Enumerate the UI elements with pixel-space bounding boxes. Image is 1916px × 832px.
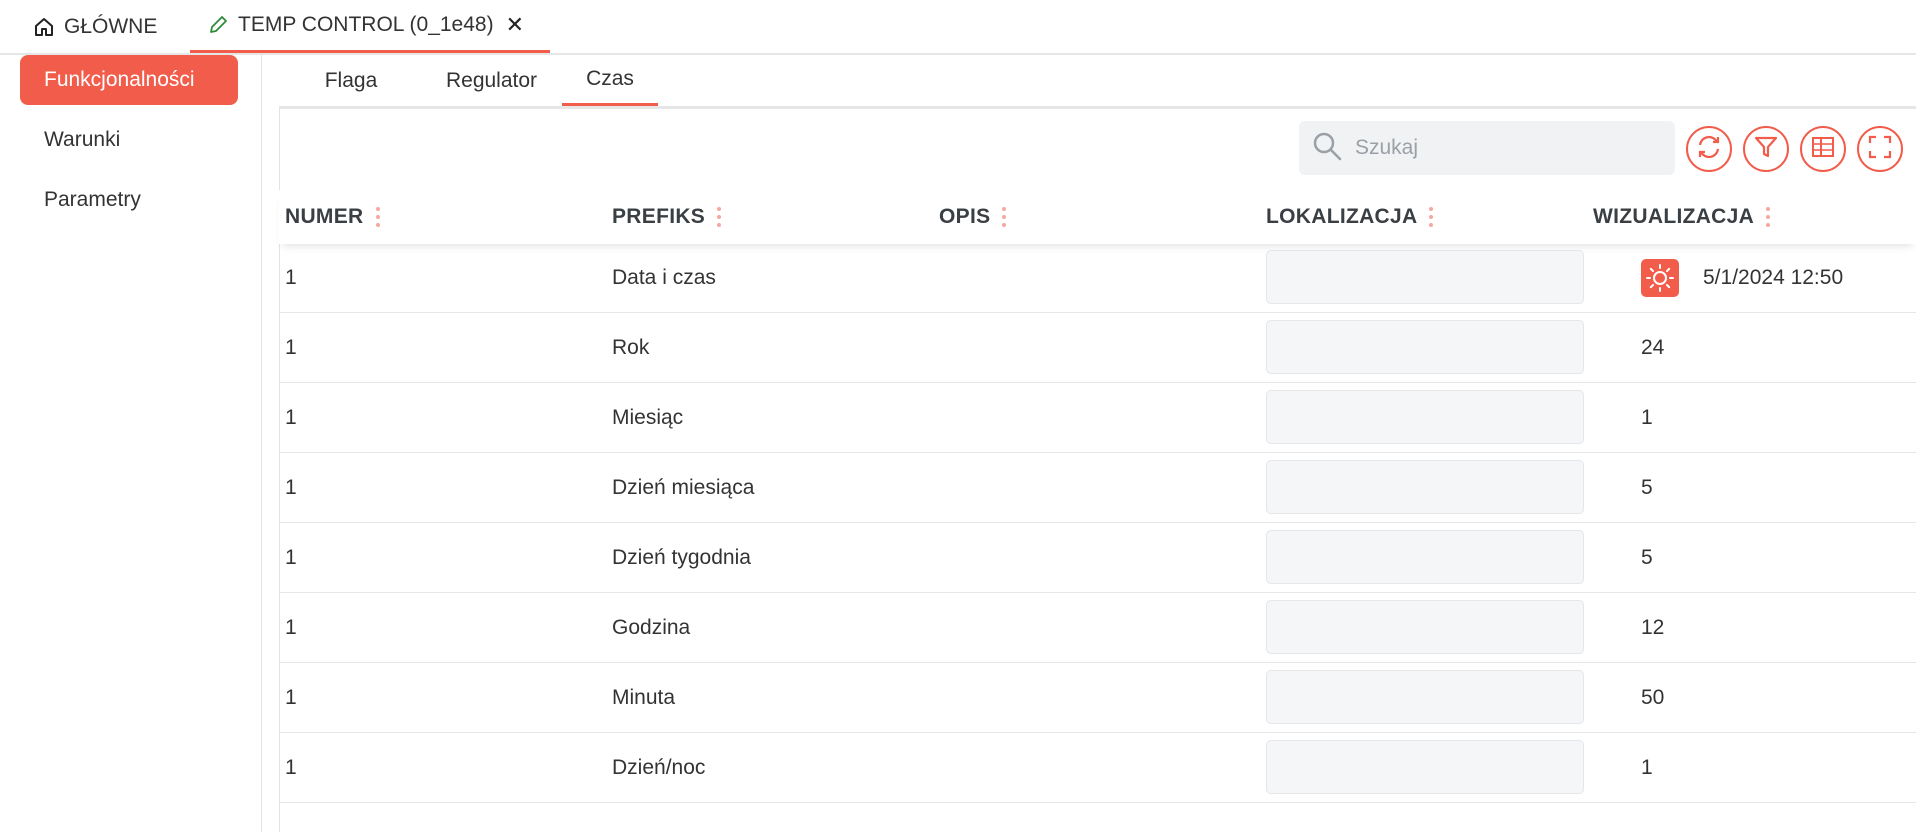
search-box[interactable]	[1299, 121, 1675, 175]
column-header-prefiks[interactable]: PREFIKS	[612, 190, 722, 244]
table-row[interactable]: 1 Dzień miesiąca 5	[279, 453, 1916, 523]
table-header: NUMER PREFIKS OPIS LOKALIZACJA WIZUALIZA…	[279, 190, 1916, 244]
column-menu-icon[interactable]	[1429, 207, 1434, 227]
location-field[interactable]	[1266, 600, 1584, 654]
tab-flaga-label: Flaga	[324, 68, 378, 92]
sidebar-item-warunki[interactable]: Warunki	[20, 115, 238, 165]
cell-wizualizacja: 12	[1641, 616, 1665, 639]
column-menu-icon[interactable]	[717, 207, 722, 227]
cell-numer: 1	[285, 546, 297, 569]
tab-temp-control-label: TEMP CONTROL (0_1e48)	[238, 13, 494, 36]
location-field[interactable]	[1266, 670, 1584, 724]
cell-wizualizacja: 5	[1641, 476, 1653, 499]
sub-tab-bar: Flaga Regulator Czas	[279, 55, 1916, 109]
cell-prefiks: Data i czas	[612, 266, 716, 289]
tab-home[interactable]: GŁÓWNE	[34, 0, 157, 53]
table-row[interactable]: 1 Miesiąc 1	[279, 383, 1916, 453]
cell-prefiks: Dzień miesiąca	[612, 476, 755, 499]
location-field[interactable]	[1266, 320, 1584, 374]
column-menu-icon[interactable]	[1766, 207, 1771, 227]
cell-prefiks: Miesiąc	[612, 406, 684, 429]
table-row[interactable]: 1 Rok 24	[279, 313, 1916, 383]
fullscreen-icon	[1866, 133, 1894, 166]
column-header-numer[interactable]: NUMER	[285, 190, 380, 244]
cell-wizualizacja: 50	[1641, 686, 1665, 709]
column-header-label: WIZUALIZACJA	[1593, 205, 1755, 228]
cell-prefiks: Minuta	[612, 686, 676, 709]
refresh-button[interactable]	[1686, 126, 1732, 172]
edit-icon	[208, 15, 228, 35]
table-row[interactable]: 1 Data i czas 5/1/2024 12:50	[279, 243, 1916, 313]
column-header-label: OPIS	[939, 205, 991, 228]
cell-numer: 1	[285, 406, 297, 429]
column-header-label: LOKALIZACJA	[1266, 205, 1418, 228]
cell-prefiks: Dzień/noc	[612, 756, 706, 779]
cell-wizualizacja: 5	[1641, 546, 1653, 569]
sidebar-item-label: Warunki	[44, 128, 121, 151]
cell-numer: 1	[285, 476, 297, 499]
tab-home-label: GŁÓWNE	[64, 14, 158, 38]
cell-numer: 1	[285, 756, 297, 779]
cell-prefiks: Rok	[612, 336, 650, 359]
sidebar: Funkcjonalności Warunki Parametry	[0, 55, 262, 832]
table-row[interactable]: 1 Dzień/noc 1	[279, 733, 1916, 803]
location-field[interactable]	[1266, 740, 1584, 794]
home-icon	[34, 17, 54, 37]
sidebar-item-label: Funkcjonalności	[44, 68, 195, 91]
location-field[interactable]	[1266, 530, 1584, 584]
cell-wizualizacja: 24	[1641, 336, 1665, 359]
tab-regulator[interactable]: Regulator	[419, 55, 564, 106]
column-header-lokalizacja[interactable]: LOKALIZACJA	[1266, 190, 1434, 244]
close-icon[interactable]: ✕	[506, 12, 524, 38]
table-row[interactable]: 1 Godzina 12	[279, 593, 1916, 663]
location-field[interactable]	[1266, 460, 1584, 514]
tab-temp-control[interactable]: TEMP CONTROL (0_1e48) ✕	[190, 0, 550, 53]
column-header-opis[interactable]: OPIS	[939, 190, 1007, 244]
columns-icon	[1809, 133, 1837, 166]
tab-regulator-label: Regulator	[445, 68, 538, 92]
tab-czas[interactable]: Czas	[562, 55, 658, 106]
cell-prefiks: Godzina	[612, 616, 691, 639]
sun-icon[interactable]	[1641, 259, 1679, 297]
cell-prefiks: Dzień tygodnia	[612, 546, 751, 569]
columns-button[interactable]	[1800, 126, 1846, 172]
filter-button[interactable]	[1743, 126, 1789, 172]
table-row[interactable]: 1 Dzień tygodnia 5	[279, 523, 1916, 593]
cell-numer: 1	[285, 686, 297, 709]
search-input[interactable]	[1353, 135, 1657, 161]
search-icon	[1311, 130, 1343, 167]
column-menu-icon[interactable]	[375, 207, 380, 227]
cell-wizualizacja: 1	[1641, 406, 1653, 429]
sidebar-item-parametry[interactable]: Parametry	[20, 175, 238, 225]
table-row[interactable]: 1 Minuta 50	[279, 663, 1916, 733]
location-field[interactable]	[1266, 250, 1584, 304]
column-header-wizualizacja[interactable]: WIZUALIZACJA	[1593, 190, 1771, 244]
tab-flaga[interactable]: Flaga	[307, 55, 395, 106]
column-menu-icon[interactable]	[1002, 207, 1007, 227]
cell-numer: 1	[285, 616, 297, 639]
location-field[interactable]	[1266, 390, 1584, 444]
sidebar-item-funkcjonalnosci[interactable]: Funkcjonalności	[20, 55, 238, 105]
top-tab-bar: GŁÓWNE TEMP CONTROL (0_1e48) ✕	[0, 0, 1916, 55]
tab-czas-label: Czas	[586, 67, 634, 90]
sidebar-item-label: Parametry	[44, 188, 141, 211]
cell-numer: 1	[285, 336, 297, 359]
column-header-label: PREFIKS	[612, 205, 706, 228]
cell-numer: 1	[285, 266, 297, 289]
datetime-value: 5/1/2024 12:50	[1703, 266, 1844, 289]
filter-icon	[1752, 133, 1780, 166]
column-header-label: NUMER	[285, 205, 364, 228]
cell-wizualizacja: 5/1/2024 12:50	[1641, 243, 1843, 313]
cell-wizualizacja: 1	[1641, 756, 1653, 779]
refresh-icon	[1694, 132, 1724, 167]
fullscreen-button[interactable]	[1857, 126, 1903, 172]
